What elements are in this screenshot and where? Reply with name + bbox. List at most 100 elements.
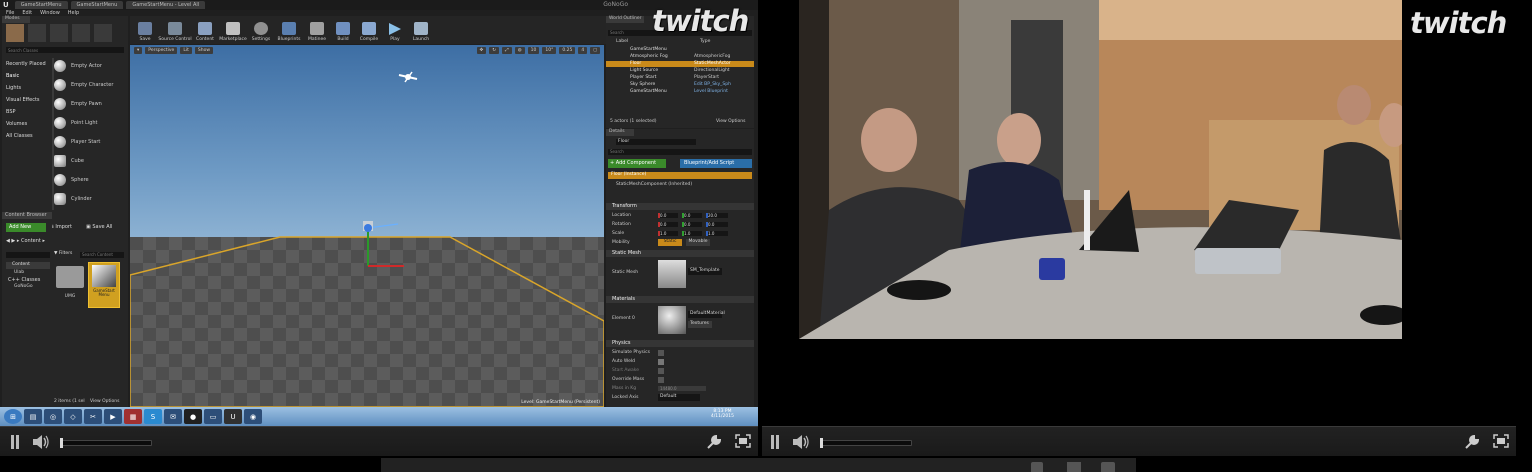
grid-snap-button[interactable]: 10 xyxy=(527,47,540,54)
world-outliner-tab[interactable]: World Outliner xyxy=(606,16,644,23)
wrench-icon[interactable] xyxy=(706,434,722,450)
folder-icon[interactable]: ▭ xyxy=(204,409,222,424)
place-item[interactable]: Empty Character xyxy=(54,77,122,93)
mesh-thumbnail[interactable] xyxy=(658,260,686,288)
category-visual-effects[interactable]: Visual Effects xyxy=(6,97,40,103)
marketplace-button[interactable]: Marketplace xyxy=(218,16,248,44)
content-browser-tab[interactable]: Content Browser xyxy=(2,212,52,219)
editor-tab[interactable]: GameStartMenu xyxy=(70,1,124,9)
pause-button[interactable] xyxy=(770,435,780,449)
level-viewport[interactable]: ▾ Perspective Lit Show ✥ ↻ ⤢ ◍ 10 10° 0.… xyxy=(130,45,604,407)
locked-axis-dropdown[interactable]: Default xyxy=(658,394,700,401)
start-awake-checkbox[interactable] xyxy=(658,368,664,374)
mobility-movable-toggle[interactable]: Movable xyxy=(686,239,710,246)
override-mass-checkbox[interactable] xyxy=(658,377,664,383)
icon-stub[interactable] xyxy=(1031,462,1043,472)
asset-folder[interactable]: UMG xyxy=(54,264,86,308)
lit-button[interactable]: Lit xyxy=(180,47,192,54)
tree-item-gonogo[interactable]: GoNoGo xyxy=(14,284,33,289)
foliage-mode-icon[interactable] xyxy=(72,24,90,42)
scale-snap-button[interactable]: 0.25 xyxy=(559,47,576,54)
unreal-icon[interactable]: U xyxy=(224,409,242,424)
modes-tab[interactable]: Modes xyxy=(2,16,30,23)
translate-mode-button[interactable]: ✥ xyxy=(476,47,487,54)
launch-button[interactable]: Launch xyxy=(408,16,434,44)
geometry-mode-icon[interactable] xyxy=(94,24,112,42)
tree-item-ulab[interactable]: Ulab xyxy=(14,270,24,275)
rotation-snap-button[interactable]: 10° xyxy=(542,47,557,54)
chat-icon[interactable]: ✉ xyxy=(164,409,182,424)
blueprint-script-button[interactable]: Blueprint/Add Script xyxy=(680,159,752,168)
save-button[interactable]: Save xyxy=(132,16,158,44)
chrome-icon[interactable]: ◎ xyxy=(44,409,62,424)
outliner-row-selected[interactable]: Floor StaticMeshActor xyxy=(606,61,754,67)
world-local-button[interactable]: ◍ xyxy=(514,47,525,54)
volume-knob[interactable] xyxy=(820,438,823,448)
source-control-button[interactable]: Source Control xyxy=(158,16,192,44)
skype-icon[interactable]: S xyxy=(144,409,162,424)
dropbox-icon[interactable]: ◇ xyxy=(64,409,82,424)
system-clock[interactable]: 8:13 PM 4/11/2015 xyxy=(711,409,734,419)
import-button[interactable]: ⭳ Import xyxy=(52,223,72,232)
place-item[interactable]: Empty Pawn xyxy=(54,96,122,112)
content-search-input[interactable]: Search Content xyxy=(80,252,124,258)
static-mesh-dropdown[interactable]: SM_Template xyxy=(688,268,722,275)
mass-field[interactable]: 14480.0 xyxy=(658,386,706,391)
file-icon[interactable]: ▤ xyxy=(24,409,42,424)
outliner-row[interactable]: Light Source DirectionalLight xyxy=(606,68,754,74)
place-item[interactable]: Player Start xyxy=(54,134,122,150)
perspective-button[interactable]: Perspective xyxy=(145,47,178,54)
volume-icon[interactable] xyxy=(32,434,50,450)
category-lights[interactable]: Lights xyxy=(6,85,21,91)
static-mesh-section[interactable]: Static Mesh xyxy=(606,250,754,257)
place-item[interactable]: Sphere xyxy=(54,172,122,188)
add-component-button[interactable]: + Add Component xyxy=(608,159,666,168)
blueprints-button[interactable]: Blueprints xyxy=(274,16,304,44)
scale-mode-button[interactable]: ⤢ xyxy=(502,47,512,54)
details-search-input[interactable]: Search xyxy=(608,149,752,155)
compile-button[interactable]: Compile xyxy=(356,16,382,44)
outliner-row[interactable]: Player Start PlayerStart xyxy=(606,75,754,81)
editor-tab[interactable]: GameStartMenu - Level All xyxy=(126,1,206,9)
content-button[interactable]: Content xyxy=(192,16,218,44)
tree-item-cpp-classes[interactable]: C++ Classes xyxy=(8,277,40,283)
place-item[interactable]: Empty Actor xyxy=(54,58,122,74)
maximize-viewport-button[interactable]: ◻ xyxy=(590,47,600,54)
place-item[interactable]: Cube xyxy=(54,153,122,169)
transform-section[interactable]: Transform xyxy=(606,203,754,210)
tree-item-content[interactable]: Content xyxy=(6,262,50,269)
build-button[interactable]: Build xyxy=(330,16,356,44)
component-row[interactable]: StaticMeshComponent (Inherited) xyxy=(616,182,692,187)
obs-icon[interactable]: ● xyxy=(184,409,202,424)
rotation-y-field[interactable]: 0.0 xyxy=(682,222,702,227)
outliner-row[interactable]: Sky Sphere Edit BP_Sky_Sph xyxy=(606,82,754,88)
viewport-options-button[interactable]: ▾ xyxy=(134,47,143,54)
location-z-field[interactable]: 20.0 xyxy=(706,213,728,218)
add-new-button[interactable]: Add New xyxy=(6,223,46,232)
category-all-classes[interactable]: All Classes xyxy=(6,133,33,139)
filters-button[interactable]: ▼ Filters xyxy=(54,251,72,256)
transform-gizmo[interactable] xyxy=(363,221,404,267)
volume-slider[interactable] xyxy=(60,438,152,448)
play-button[interactable]: Play xyxy=(382,16,408,44)
outliner-row[interactable]: Atmospheric Fog AtmosphericFog xyxy=(606,54,754,60)
path-breadcrumb[interactable]: ◀ ▶ ▸ Content ▸ xyxy=(6,238,45,244)
outliner-row[interactable]: GameStartMenu Level Blueprint xyxy=(606,89,754,95)
scale-x-field[interactable]: 1.0 xyxy=(658,231,678,236)
icon-stub[interactable] xyxy=(1067,462,1081,472)
folder-search-input[interactable] xyxy=(6,252,50,258)
category-volumes[interactable]: Volumes xyxy=(6,121,27,127)
col-type-header[interactable]: Type xyxy=(700,39,710,44)
outliner-view-options[interactable]: View Options xyxy=(716,119,745,124)
category-basic[interactable]: Basic xyxy=(6,73,19,79)
mobility-static-toggle[interactable]: Static xyxy=(658,239,682,246)
store-icon[interactable]: ▦ xyxy=(124,409,142,424)
wrench-icon[interactable] xyxy=(1464,434,1480,450)
place-mode-icon[interactable] xyxy=(6,24,24,42)
details-tab[interactable]: Details xyxy=(606,129,634,136)
physics-section[interactable]: Physics xyxy=(606,340,754,347)
asset-widget-blueprint[interactable]: GameStart Menu xyxy=(88,262,120,308)
icon-stub[interactable] xyxy=(1101,462,1115,472)
editor-tab[interactable]: GameStartMenu xyxy=(14,1,68,9)
save-all-button[interactable]: ▣ Save All xyxy=(86,223,112,232)
